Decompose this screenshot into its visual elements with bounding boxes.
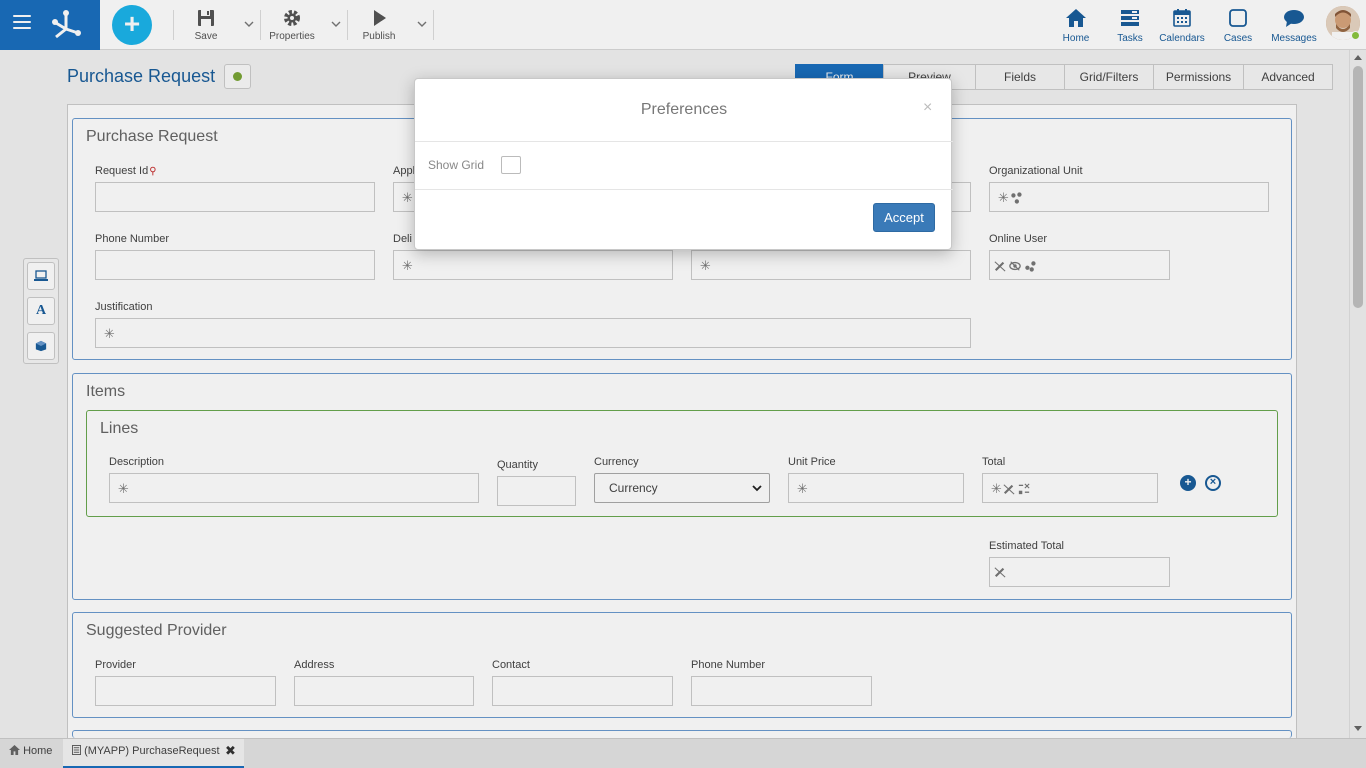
preferences-dialog: Preferences × Show Grid Accept [414,78,953,250]
close-icon[interactable]: × [923,99,932,117]
dialog-divider [415,141,953,142]
dialog-title: Preferences [640,101,728,118]
show-grid-label: Show Grid [428,158,485,172]
dialog-divider [415,189,953,190]
accept-button[interactable]: Accept [873,203,935,232]
show-grid-checkbox[interactable] [501,156,521,174]
